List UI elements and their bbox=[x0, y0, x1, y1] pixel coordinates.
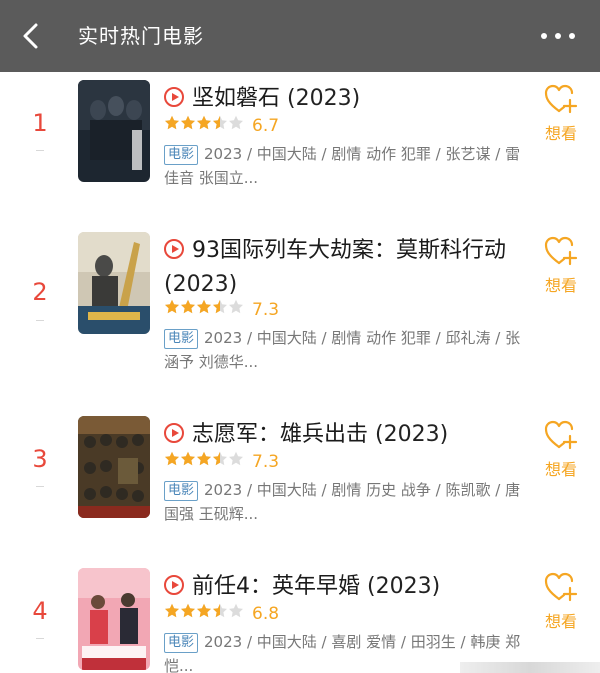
star-icon bbox=[165, 299, 179, 313]
heart-plus-icon bbox=[544, 84, 578, 114]
rank-divider bbox=[36, 320, 44, 321]
rank-number: 1 bbox=[32, 109, 48, 137]
movie-item[interactable]: 4 前任4：英年早婚 (2023) 6.8 电影 2023 / 中国大陆 / 喜剧… bbox=[0, 560, 600, 673]
movie-poster[interactable] bbox=[78, 568, 150, 670]
movie-title[interactable]: 坚如磐石 (2023) bbox=[164, 82, 536, 116]
play-icon bbox=[164, 575, 184, 595]
play-icon bbox=[164, 423, 184, 443]
app-header: 实时热门电影 bbox=[0, 0, 600, 72]
rating-score: 6.8 bbox=[252, 603, 280, 624]
star-icon bbox=[197, 603, 211, 617]
movie-title[interactable]: 志愿军：雄兵出击 (2023) bbox=[164, 418, 536, 452]
want-label: 想看 bbox=[544, 460, 577, 479]
movie-info: 电影 2023 / 中国大陆 / 剧情 动作 犯罪 / 张艺谋 / 雷佳音 张国立… bbox=[164, 145, 521, 187]
page-title: 实时热门电影 bbox=[78, 24, 204, 48]
more-dots-icon[interactable] bbox=[538, 26, 578, 46]
type-tag: 电影 bbox=[164, 633, 199, 653]
want-button[interactable]: 想看 bbox=[540, 420, 582, 480]
type-tag: 电影 bbox=[164, 145, 199, 165]
movie-title[interactable]: 93国际列车大劫案：莫斯科行动 (2023) bbox=[164, 234, 536, 302]
want-label: 想看 bbox=[544, 612, 577, 631]
rating-score: 6.7 bbox=[252, 115, 280, 136]
type-tag: 电影 bbox=[164, 329, 199, 349]
rating-stars bbox=[164, 115, 244, 137]
star-icon bbox=[197, 115, 211, 129]
rating-row: 6.8 bbox=[164, 602, 279, 624]
star-icon bbox=[213, 451, 227, 465]
play-icon bbox=[164, 87, 184, 107]
movie-info: 电影 2023 / 中国大陆 / 剧情 动作 犯罪 / 邱礼涛 / 张涵予 刘德华… bbox=[164, 329, 521, 371]
star-icon bbox=[213, 115, 227, 129]
want-label: 想看 bbox=[544, 124, 577, 143]
star-icon bbox=[229, 451, 243, 465]
movie-item[interactable]: 3 志愿军：雄兵出击 (2023) 7.3 电影 2023 / 中国大陆 / 剧情 bbox=[0, 408, 600, 568]
heart-plus-icon bbox=[544, 572, 578, 602]
heart-plus-icon bbox=[544, 236, 578, 266]
rating-row: 7.3 bbox=[164, 298, 279, 320]
back-arrow-icon[interactable] bbox=[18, 22, 46, 50]
rating-row: 7.3 bbox=[164, 450, 279, 472]
rank-divider bbox=[36, 486, 44, 487]
star-icon bbox=[181, 115, 195, 129]
star-icon bbox=[229, 115, 243, 129]
movie-title[interactable]: 前任4：英年早婚 (2023) bbox=[164, 570, 536, 604]
rating-row: 6.7 bbox=[164, 114, 279, 136]
rating-stars bbox=[164, 299, 244, 321]
movie-poster[interactable] bbox=[78, 416, 150, 518]
star-icon bbox=[181, 603, 195, 617]
rank-divider bbox=[36, 150, 44, 151]
movie-item[interactable]: 2 93国际列车大劫案：莫斯科行动 (2023) 7.3 电影 2023 / 中国… bbox=[0, 232, 600, 392]
rank-divider bbox=[36, 638, 44, 639]
movie-item[interactable]: 1 坚如磐石 (2023) 6.7 电影 2023 / 中国大陆 / 剧情 动作 … bbox=[0, 72, 600, 232]
movie-info: 电影 2023 / 中国大陆 / 剧情 历史 战争 / 陈凯歌 / 唐国强 王砚辉… bbox=[164, 481, 521, 523]
star-icon bbox=[165, 115, 179, 129]
rating-stars bbox=[164, 451, 244, 473]
star-icon bbox=[213, 603, 227, 617]
star-icon bbox=[197, 299, 211, 313]
rank-number: 2 bbox=[32, 278, 48, 306]
star-icon bbox=[197, 451, 211, 465]
star-icon bbox=[181, 451, 195, 465]
rating-stars bbox=[164, 603, 244, 625]
star-icon bbox=[165, 603, 179, 617]
star-icon bbox=[229, 299, 243, 313]
rank-number: 4 bbox=[32, 597, 48, 625]
movie-poster[interactable] bbox=[78, 232, 150, 334]
star-icon bbox=[181, 299, 195, 313]
star-icon bbox=[213, 299, 227, 313]
want-button[interactable]: 想看 bbox=[540, 572, 582, 632]
want-button[interactable]: 想看 bbox=[540, 84, 582, 144]
star-icon bbox=[229, 603, 243, 617]
movie-poster[interactable] bbox=[78, 80, 150, 182]
bottom-bar-edge bbox=[460, 662, 600, 673]
want-button[interactable]: 想看 bbox=[540, 236, 582, 296]
play-icon bbox=[164, 239, 184, 259]
heart-plus-icon bbox=[544, 420, 578, 450]
rating-score: 7.3 bbox=[252, 451, 280, 472]
rank-number: 3 bbox=[32, 445, 48, 473]
type-tag: 电影 bbox=[164, 481, 199, 501]
rating-score: 7.3 bbox=[252, 299, 280, 320]
star-icon bbox=[165, 451, 179, 465]
want-label: 想看 bbox=[544, 276, 577, 295]
